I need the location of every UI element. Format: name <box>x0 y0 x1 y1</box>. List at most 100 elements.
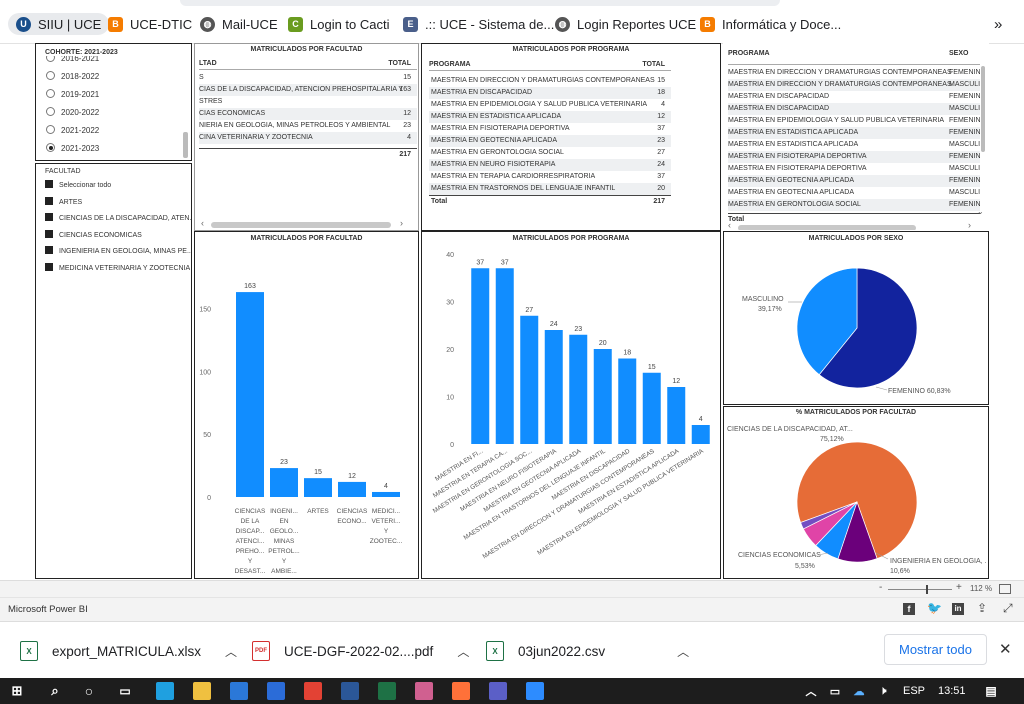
scroll-down-icon[interactable]: ⌄ <box>977 207 984 216</box>
cohorte-scrollbar[interactable] <box>183 132 188 158</box>
bar[interactable] <box>691 425 710 444</box>
bar[interactable] <box>495 268 514 444</box>
download-item[interactable]: X export_MATRICULA.xlsx ︿ <box>20 636 237 666</box>
table-row[interactable]: STRES <box>199 96 417 108</box>
bookmark-reportes-uce[interactable]: ◍ Login Reportes UCE <box>555 15 696 33</box>
chevron-up-icon[interactable]: ︿ <box>677 643 689 660</box>
bar[interactable] <box>471 268 490 444</box>
linkedin-icon[interactable]: in <box>952 603 964 615</box>
language-indicator[interactable]: ESP <box>903 685 925 697</box>
show-all-downloads-button[interactable]: Mostrar todo <box>884 634 987 665</box>
table-row[interactable]: MAESTRIA EN DIRECCION Y DRAMATURGIAS CON… <box>728 79 980 91</box>
zoom-out-button[interactable]: - <box>879 582 882 593</box>
scroll-left-icon[interactable]: ‹ <box>201 218 204 228</box>
powerbi-brand[interactable]: Microsoft Power BI <box>8 604 88 615</box>
cortana-icon[interactable]: ○ <box>80 682 98 700</box>
table-row[interactable]: MAESTRIA EN NEURO FISIOTERAPIA 24 <box>429 159 671 171</box>
table-row[interactable]: MAESTRIA EN DISCAPACIDAD FEMENINO <box>728 91 980 103</box>
table-row[interactable]: MAESTRIA EN FISIOTERAPIA DEPORTIVA 37 <box>429 123 671 135</box>
table-row[interactable]: MAESTRIA EN TERAPIA CARDIORRESPIRATORIA 3… <box>429 171 671 183</box>
onedrive-icon[interactable]: ☁ <box>850 682 868 700</box>
cohorte-option[interactable]: 2018-2022 <box>46 70 99 84</box>
teams-icon[interactable] <box>489 682 507 700</box>
chevron-up-icon[interactable]: ︿ <box>457 643 469 660</box>
paint-icon[interactable] <box>415 682 433 700</box>
column-header-programa[interactable]: PROGRAMA <box>429 61 471 68</box>
task-view-icon[interactable]: ▭ <box>116 682 134 700</box>
bar[interactable] <box>618 358 637 445</box>
bookmark-informatica[interactable]: B Informática y Doce... <box>700 15 841 33</box>
notifications-icon[interactable]: ▤ <box>982 682 1000 700</box>
table-row[interactable]: CIAS ECONOMICAS 12 <box>199 108 417 120</box>
facultad-option[interactable]: INGENIERIA EN GEOLOGIA, MINAS PE... <box>45 246 191 258</box>
facultad-option[interactable]: MEDICINA VETERINARIA Y ZOOTECNIA <box>45 262 190 275</box>
zoom-icon[interactable] <box>526 682 544 700</box>
bar[interactable] <box>270 468 298 497</box>
cohorte-option[interactable]: 2021-2022 <box>46 124 99 138</box>
zoom-slider-thumb[interactable] <box>926 585 929 594</box>
table-row[interactable]: MAESTRIA EN GEOTECNIA APLICADA 23 <box>429 135 671 147</box>
table-row[interactable]: MAESTRIA EN ESTADISTICA APLICADA FEMENINO <box>728 127 980 139</box>
table-row[interactable]: MAESTRIA EN ESTADISTICA APLICADA 12 <box>429 111 671 123</box>
table-row[interactable]: MAESTRIA EN TRASTORNOS DEL LENGUAJE INFA… <box>429 183 671 195</box>
fullscreen-icon[interactable]: ⤢ <box>1003 601 1013 616</box>
zoom-slider-track[interactable] <box>888 589 952 590</box>
column-header-total[interactable]: TOTAL <box>642 59 665 70</box>
table-row[interactable]: S 15 <box>199 72 417 84</box>
excel-icon[interactable] <box>378 682 396 700</box>
chevron-up-icon[interactable]: ︿ <box>225 643 237 660</box>
column-header-sexo[interactable]: SEXO <box>949 47 968 61</box>
table-row[interactable]: MAESTRIA EN EPIDEMIOLOGIA Y SALUD PUBLIC… <box>728 115 980 127</box>
facultad-option[interactable]: CIENCIAS ECONOMICAS <box>45 229 142 242</box>
table-row[interactable]: CIAS DE LA DISCAPACIDAD, ATENCION PREHOS… <box>199 84 417 96</box>
word-icon[interactable] <box>341 682 359 700</box>
table-row[interactable]: NIERIA EN GEOLOGIA, MINAS PETROLEOS Y AM… <box>199 120 417 132</box>
table-row[interactable]: CINA VETERINARIA Y ZOOTECNIA 4 <box>199 132 417 144</box>
bar[interactable] <box>338 481 366 497</box>
store-icon[interactable] <box>230 682 248 700</box>
firefox-icon[interactable] <box>452 682 470 700</box>
bookmark-mail-uce[interactable]: ◍ Mail-UCE <box>200 15 278 33</box>
scroll-right-icon[interactable]: › <box>968 220 971 230</box>
table-row[interactable]: MAESTRIA EN DISCAPACIDAD 18 <box>429 87 671 99</box>
cohorte-option[interactable]: 2016-2021 <box>46 56 99 66</box>
bar[interactable] <box>236 292 264 497</box>
table-row[interactable]: MAESTRIA EN DISCAPACIDAD MASCULINO <box>728 103 980 115</box>
table-row[interactable]: MAESTRIA EN GEOTECNIA APLICADA FEMENINO <box>728 175 980 187</box>
bookmark-siiu[interactable]: U SIIU | UCE <box>8 13 110 35</box>
show-hidden-icons-icon[interactable]: ︿ <box>802 682 820 700</box>
cohorte-option[interactable]: 2021-2023 <box>46 142 99 156</box>
table-row[interactable]: MAESTRIA EN GERONTOLOGIA SOCIAL 27 <box>429 147 671 159</box>
bar[interactable] <box>569 334 588 444</box>
bar[interactable] <box>667 387 686 444</box>
bookmark-uce-dtic[interactable]: B UCE-DTIC <box>108 15 192 33</box>
table-row[interactable]: MAESTRIA EN GEOTECNIA APLICADA MASCULINO <box>728 187 980 199</box>
table-row[interactable]: MAESTRIA EN FISIOTERAPIA DEPORTIVA MASCUL… <box>728 163 980 175</box>
bar[interactable] <box>544 330 563 444</box>
table-row[interactable]: MAESTRIA EN EPIDEMIOLOGIA Y SALUD PUBLIC… <box>429 99 671 111</box>
bar[interactable] <box>520 315 539 444</box>
table-row[interactable]: MAESTRIA EN DIRECCION Y DRAMATURGIAS CON… <box>728 67 980 79</box>
bar[interactable] <box>642 372 661 444</box>
bookmark-cacti[interactable]: C Login to Cacti <box>288 15 390 33</box>
cohorte-option[interactable]: 2020-2022 <box>46 106 99 120</box>
windows-start-icon[interactable]: ⊞ <box>8 682 26 700</box>
scroll-right-icon[interactable]: › <box>400 218 403 228</box>
fit-to-page-icon[interactable] <box>999 584 1011 594</box>
close-download-bar-button[interactable]: ✕ <box>999 640 1012 658</box>
bookmark-uce-sistema[interactable]: E .:: UCE - Sistema de... <box>403 15 554 33</box>
explorer-icon[interactable] <box>193 682 211 700</box>
table-row[interactable]: MAESTRIA EN FISIOTERAPIA DEPORTIVA FEMENI… <box>728 151 980 163</box>
twitter-icon[interactable]: 🐦 <box>927 601 942 615</box>
column-header-facultad[interactable]: LTAD <box>199 60 217 67</box>
cohorte-option[interactable]: 2019-2021 <box>46 88 99 102</box>
facultad-option[interactable]: ARTES <box>45 196 82 209</box>
facebook-icon[interactable]: f <box>903 603 915 615</box>
table-row[interactable]: MAESTRIA EN ESTADISTICA APLICADA MASCULIN… <box>728 139 980 151</box>
bar[interactable] <box>593 349 612 444</box>
clock[interactable]: 13:51 <box>938 685 966 697</box>
share-icon[interactable]: ⇪ <box>977 601 987 615</box>
table-row[interactable]: MAESTRIA EN GERONTOLOGIA SOCIAL FEMENINO <box>728 199 980 211</box>
edge-icon[interactable] <box>156 682 174 700</box>
table-facultad-hscrollbar[interactable] <box>211 222 391 228</box>
